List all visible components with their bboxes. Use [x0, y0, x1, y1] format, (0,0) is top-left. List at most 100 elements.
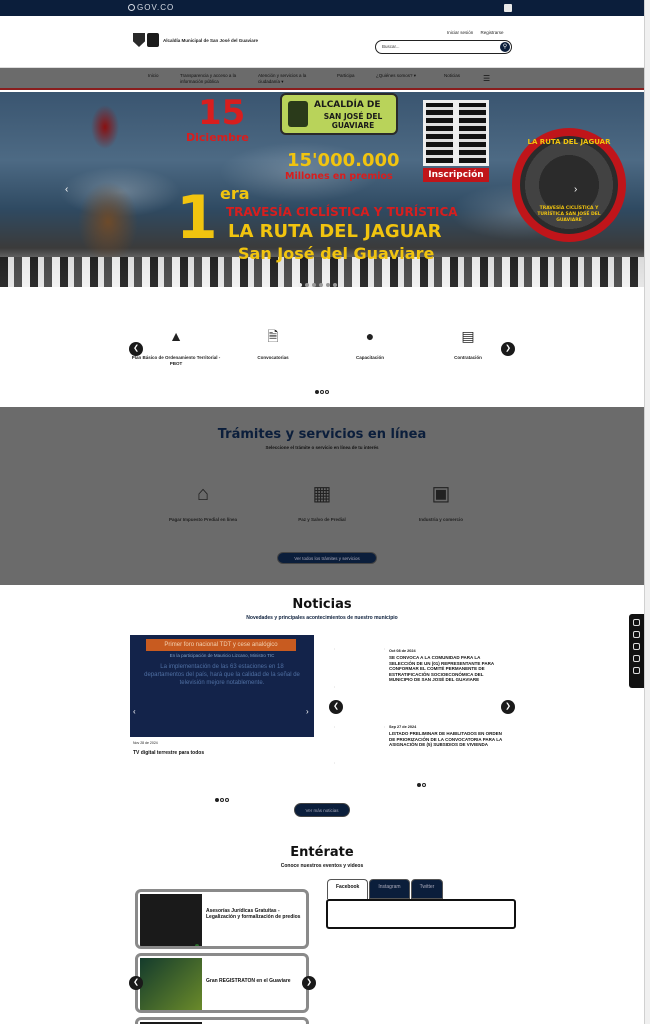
featured-news-kicker: En la participación de Mauricio Lizcano,…	[169, 653, 275, 658]
quick-link-label: Capacitación	[355, 355, 384, 360]
document-icon: 🗎	[267, 328, 279, 344]
hero-prev-arrow[interactable]: ‹	[65, 184, 68, 195]
divider-tick: ‘	[334, 725, 335, 730]
hamburger-menu-icon[interactable]: ☰	[483, 74, 490, 83]
store-icon: ▣	[431, 483, 451, 505]
page: GOV.CO Alcaldía Municipal de San José de…	[0, 0, 650, 1024]
facebook-icon[interactable]	[633, 631, 640, 638]
pager-dot[interactable]	[220, 798, 224, 802]
quick-next-button[interactable]: ❯	[501, 342, 515, 356]
pager-dot[interactable]	[225, 798, 229, 802]
hero-line3: San José del Guaviare	[238, 244, 435, 263]
govco-icon	[128, 4, 135, 11]
brand-logo[interactable]: Alcaldía Municipal de San José del Guavi…	[133, 32, 258, 48]
featured-pager	[215, 789, 230, 807]
event-card[interactable]: Gran REGISTRATON en el Guaviare	[135, 953, 309, 1013]
quick-link-label: Convocatorias	[257, 355, 289, 360]
qr-code[interactable]	[423, 100, 489, 166]
alcaldia-line2: SAN JOSÉ DEL GUAVIARE	[323, 112, 383, 130]
nav-item-transparencia[interactable]: Transparencia y acceso a la información …	[180, 73, 244, 84]
enterate-subtitle: Conoce nuestros eventos y videos	[280, 863, 364, 869]
search-icon[interactable]: ⚲	[500, 42, 510, 52]
nav-item-quienes-somos[interactable]: ¿Quiénes somos? ▾	[376, 73, 416, 79]
tramite-label: Paz y Salvo de Predial	[298, 517, 346, 522]
pager-dot[interactable]	[417, 783, 421, 787]
nav-item-participa[interactable]: Participa	[337, 73, 355, 79]
quick-link-contratacion[interactable]: ▤ Contratación	[423, 327, 513, 361]
emblem-top-text: LA RUTA DEL JAGUAR	[527, 138, 611, 146]
search-input[interactable]: Buscar...	[382, 44, 400, 49]
tramite-predial-online[interactable]: ⌂ Pagar Impuesto Predial en línea	[148, 481, 258, 522]
calculator-icon: ▦	[312, 483, 332, 505]
quick-pager	[315, 381, 330, 399]
register-link[interactable]: Registrarse	[481, 30, 504, 35]
events-next-button[interactable]: ❯	[302, 976, 316, 990]
emblem-bottom-text: TRAVESÍA CICLÍSTICA Y TURÍSTICA SAN JOSÉ…	[537, 206, 601, 223]
pager-dot[interactable]	[422, 783, 426, 787]
accessibility-icon[interactable]	[504, 4, 512, 12]
news-list-item[interactable]: Sep 27 de 2024 LISTADO PRELIMINAR DE HAB…	[389, 725, 507, 748]
enterate-section: Entérate Conoce nuestros eventos y video…	[0, 835, 644, 1024]
pager-dot[interactable]	[315, 390, 319, 394]
nav-item-inicio[interactable]: Inicio	[148, 73, 159, 79]
news-item-title: SE CONVOCA A LA COMUNIDAD PARA LA SELECC…	[389, 655, 494, 682]
event-card[interactable]	[135, 1017, 309, 1024]
whatsapp-icon[interactable]	[633, 655, 640, 662]
hero-line1: TRAVESÍA CICLÍSTICA Y TURÍSTICA	[226, 205, 458, 219]
tramite-label: Pagar Impuesto Predial en línea	[168, 517, 238, 522]
page-scrollbar[interactable]	[644, 0, 650, 1024]
news-list-prev-button[interactable]: ❮	[329, 700, 343, 714]
alcaldia-crest-icon	[288, 101, 308, 127]
govco-bar: GOV.CO	[0, 0, 644, 16]
pager-dot[interactable]	[325, 390, 329, 394]
twitter-icon[interactable]	[633, 643, 640, 650]
govco-logo-text: GOV.CO	[137, 3, 175, 12]
news-list-next-button[interactable]: ❯	[501, 700, 515, 714]
alcaldia-box: ALCALDÍA DE SAN JOSÉ DEL GUAVIARE	[280, 93, 398, 135]
pager-dot[interactable]	[320, 390, 324, 394]
quick-link-convocatorias[interactable]: 🗎 Convocatorias	[228, 327, 318, 361]
featured-news-caption[interactable]: TV digital terrestre para todos	[133, 750, 204, 756]
event-card[interactable]: Asesorías Jurídicas Gratuitas - Legaliza…	[135, 889, 309, 949]
social-feed-panel	[326, 899, 516, 929]
tramites-subtitle: Seleccione el trámite o servicio en líne…	[265, 445, 379, 450]
featured-prev-arrow[interactable]: ‹	[133, 707, 136, 716]
nav-item-noticias[interactable]: Noticias	[444, 73, 460, 79]
email-icon[interactable]	[633, 667, 640, 674]
nav-item-atencion[interactable]: Atención y servicios a la ciudadanía ▾	[258, 73, 316, 84]
share-sidebar	[629, 614, 644, 688]
hero-line2: LA RUTA DEL JAGUAR	[228, 221, 442, 242]
alcaldia-line1: ALCALDÍA DE	[314, 100, 381, 110]
tab-instagram[interactable]: Instagram	[369, 879, 410, 899]
tramite-industria-comercio[interactable]: ▣ Industria y comercio	[386, 481, 496, 522]
quick-link-capacitacion[interactable]: ● Capacitación	[325, 327, 415, 361]
featured-next-arrow[interactable]: ›	[306, 707, 309, 716]
social-tabs: Facebook Instagram Twitter	[327, 879, 444, 899]
divider-tick: ‘	[334, 761, 335, 766]
event-thumbnail	[140, 894, 202, 946]
news-list-pager	[417, 774, 427, 792]
featured-news-card[interactable]: Primer foro nacional TDT y cese analógic…	[130, 635, 314, 737]
pager-dot[interactable]	[215, 798, 219, 802]
noticias-subtitle: Novedades y principales acontecimientos …	[246, 615, 398, 621]
tab-facebook[interactable]: Facebook	[327, 879, 369, 899]
brand-name: Alcaldía Municipal de San José del Guavi…	[163, 37, 259, 43]
hero-date-month: Diciembre	[186, 131, 249, 144]
all-tramites-button[interactable]: Ver todos los trámites y servicios	[277, 552, 377, 564]
tramite-paz-y-salvo[interactable]: ▦ Paz y Salvo de Predial	[267, 481, 377, 522]
search-box[interactable]: Buscar... ⚲	[375, 40, 512, 54]
inscripcion-button[interactable]: Inscripción	[423, 168, 489, 182]
login-link[interactable]: Iniciar sesión	[447, 30, 473, 35]
govco-logo[interactable]: GOV.CO	[128, 3, 174, 12]
news-list-item[interactable]: Oct 08 de 2024 SE CONVOCA A LA COMUNIDAD…	[389, 649, 507, 683]
events-prev-button[interactable]: ❮	[129, 976, 143, 990]
hero-next-arrow[interactable]: ›	[574, 184, 577, 195]
event-thumbnail	[140, 958, 202, 1010]
event-title: Gran REGISTRATON en el Guaviare	[206, 978, 291, 984]
quick-link-pbot[interactable]: ▲ Plan Básico de Ordenamiento Territoria…	[131, 327, 221, 367]
share-icon[interactable]	[633, 619, 640, 626]
more-news-button[interactable]: Ver más noticias	[294, 803, 350, 817]
tab-twitter[interactable]: Twitter	[410, 879, 444, 899]
auth-links: Iniciar sesión Registrarse	[447, 30, 510, 35]
tramite-label: Industria y comercio	[418, 517, 463, 522]
